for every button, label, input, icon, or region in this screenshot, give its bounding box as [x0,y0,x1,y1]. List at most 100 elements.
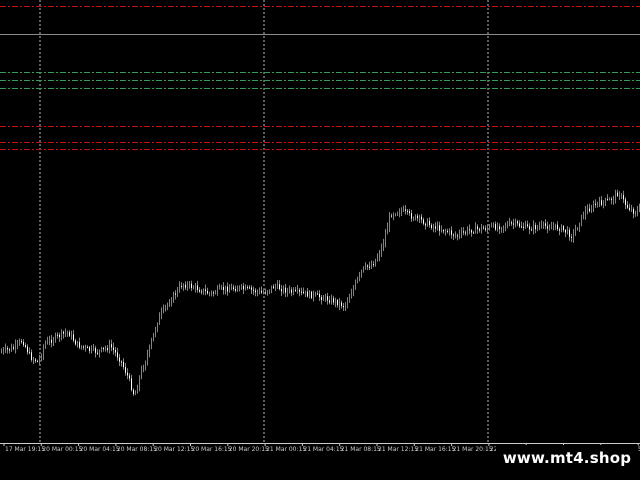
candle-body [331,298,332,303]
candle-body [549,228,550,230]
candle-body [83,346,84,348]
candle-body [309,291,310,297]
candle-body [69,332,70,336]
candle-body [575,229,576,233]
candle-body [183,284,184,288]
candle-body [127,372,128,376]
time-tick-label: 20 Mar 00:15 [42,446,82,453]
candle-body [547,225,548,229]
candle-body [317,293,318,295]
candle-body [203,289,204,293]
candle-body [569,229,570,237]
candle-body [85,346,86,348]
candle-body [497,226,498,230]
candle-body [73,334,74,341]
candle-body [355,281,356,288]
candle-body [591,208,592,212]
candle-body [119,357,120,362]
candle-body [147,354,148,363]
candle-body [463,231,464,233]
candle-body [433,226,434,229]
candle-body [47,340,48,344]
candle-body [329,300,330,303]
candle-body [33,359,34,361]
candle-body [111,344,112,348]
candle-body [585,210,586,216]
candle-body [455,235,456,237]
candle-body [41,355,42,359]
candle-body [499,226,500,230]
candle-body [491,225,492,227]
candle-body [233,287,234,289]
candle-body [67,332,68,334]
candle-body [137,387,138,393]
candle-body [81,346,82,348]
candle-body [399,212,400,214]
candle-body [351,293,352,298]
candle-body [219,287,220,289]
candle-body [99,350,100,354]
candle-body [429,220,430,225]
candle-body [11,347,12,351]
candle-body [269,290,270,292]
candle-body [191,283,192,289]
candle-body [327,296,328,301]
candle-body [113,347,114,350]
candle-body [49,339,50,341]
candle-body [5,348,6,350]
candle-body [453,234,454,236]
candle-body [579,224,580,229]
candle-body [57,334,58,336]
candle-body [349,297,350,302]
time-tick-label: 20 Mar 12:15 [154,446,194,453]
candle-body [277,284,278,287]
candle-body [493,224,494,226]
candle-body [37,361,38,363]
candle-body [409,211,410,214]
candle-body [193,287,194,289]
candle-body [343,306,344,308]
candle-body [487,228,488,230]
candle-body [593,203,594,209]
candle-body [155,329,156,334]
candle-body [209,293,210,295]
candle-body [223,286,224,290]
candle-body [77,341,78,345]
time-tick-label: 17 Mar 19:15 [5,446,45,453]
candle-body [411,213,412,219]
candle-body [299,289,300,292]
candle-body [245,286,246,290]
candle-body [247,286,248,288]
candle-body [311,291,312,299]
candle-body [563,226,564,231]
candle-body [177,289,178,295]
candle-body [527,224,528,227]
watermark-label: www.mt4.shop [496,445,638,471]
candle-body [179,285,180,290]
candle-body [339,302,340,306]
candle-body [533,225,534,230]
candle-body [53,340,54,343]
candle-body [259,290,260,292]
candle-body [43,346,44,356]
candle-body [165,306,166,308]
price-chart[interactable]: 17 Mar 19:1520 Mar 00:1520 Mar 04:1520 M… [0,0,640,480]
candle-body [161,311,162,315]
candle-body [407,210,408,212]
candle-body [107,348,108,350]
candle-body [481,227,482,231]
candle-body [623,195,624,200]
candle-body [385,233,386,244]
candle-body [513,223,514,225]
candle-body [321,297,322,300]
candle-body [337,299,338,306]
candle-body [559,229,560,231]
candle-body [379,253,380,257]
candle-body [59,334,60,338]
candle-body [423,219,424,224]
candle-body [371,264,372,268]
candle-body [31,352,32,360]
candle-body [443,230,444,232]
candle-body [7,348,8,350]
candle-body [211,292,212,294]
